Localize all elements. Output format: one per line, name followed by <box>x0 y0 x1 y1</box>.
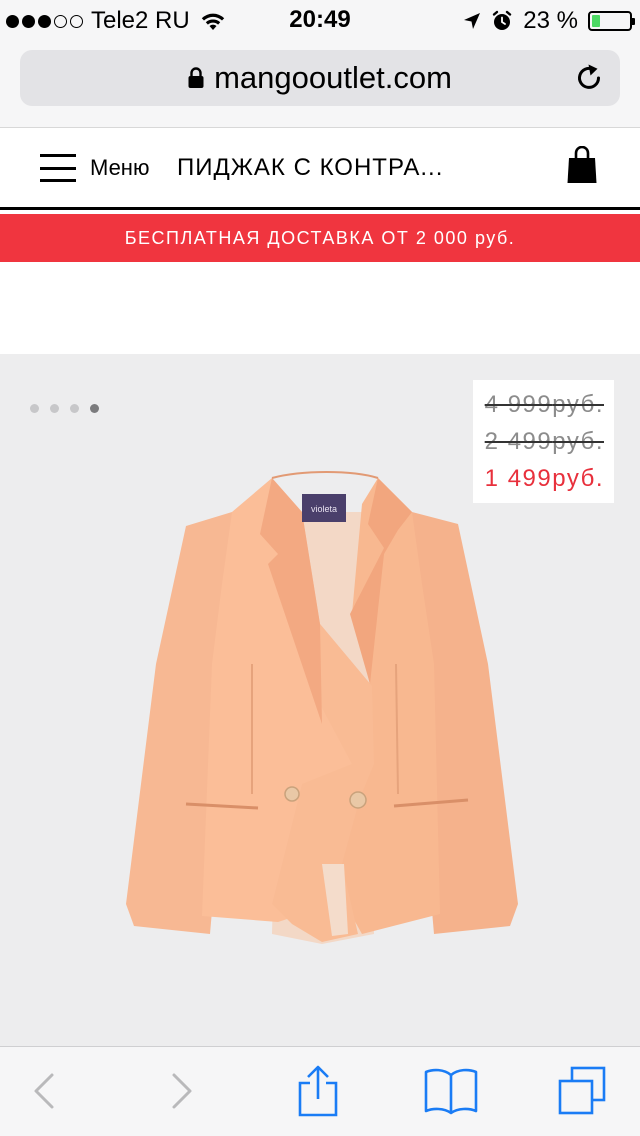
hamburger-icon <box>40 154 76 182</box>
chevron-right-icon[interactable] <box>168 1071 196 1111</box>
menu-button[interactable]: Меню <box>40 150 149 186</box>
alarm-clock-icon <box>493 10 512 30</box>
address-bar[interactable]: mangooutlet.com <box>20 50 620 106</box>
previous-price: 2 499руб. <box>484 428 604 455</box>
battery-level <box>592 15 601 27</box>
product-gallery[interactable]: 4 999руб. 2 499руб. 1 499руб. violeta <box>0 354 640 1046</box>
menu-label: Меню <box>90 155 150 180</box>
wifi-icon <box>201 13 224 30</box>
brand-label: violeta <box>311 504 337 514</box>
battery-icon <box>588 11 635 31</box>
site-header: Меню ПИДЖАК С КОНТРА... <box>0 128 640 210</box>
browser-address-area: mangooutlet.com <box>0 40 640 128</box>
signal-dot <box>70 14 83 28</box>
gallery-dot[interactable] <box>30 404 39 413</box>
shopping-bag-icon[interactable] <box>567 146 597 184</box>
reload-icon[interactable] <box>574 63 604 93</box>
signal-dot <box>38 14 51 28</box>
tabs-icon[interactable] <box>556 1065 608 1117</box>
signal-dot <box>54 14 67 28</box>
original-price: 4 999руб. <box>484 391 604 418</box>
lock-icon <box>188 67 204 88</box>
share-icon[interactable] <box>296 1065 340 1117</box>
battery-percent: 23 % <box>523 7 578 34</box>
status-bar: Tele2 RU 20:49 23 % <box>0 0 640 40</box>
gallery-pagination <box>30 404 99 413</box>
signal-strength-icon <box>6 14 83 28</box>
status-left: Tele2 RU <box>6 6 226 36</box>
location-arrow-icon <box>464 13 481 29</box>
page-title: ПИДЖАК С КОНТРА... <box>177 154 444 181</box>
promo-text: БЕСПЛАТНАЯ ДОСТАВКА ОТ 2 000 руб. <box>124 227 516 248</box>
gallery-dot-active[interactable] <box>90 404 99 413</box>
chevron-left-icon[interactable] <box>30 1071 58 1111</box>
signal-dot <box>22 14 35 28</box>
gallery-dot[interactable] <box>50 404 59 413</box>
jacket-image: violeta <box>126 471 518 944</box>
browser-toolbar <box>0 1046 640 1136</box>
book-icon[interactable] <box>424 1067 478 1115</box>
carrier-name: Tele2 RU <box>91 7 190 34</box>
promo-banner[interactable]: БЕСПЛАТНАЯ ДОСТАВКА ОТ 2 000 руб. <box>0 214 640 262</box>
signal-dot <box>6 14 19 28</box>
url-text: mangooutlet.com <box>214 60 452 95</box>
status-right: 23 % <box>463 6 635 36</box>
gallery-dot[interactable] <box>70 404 79 413</box>
